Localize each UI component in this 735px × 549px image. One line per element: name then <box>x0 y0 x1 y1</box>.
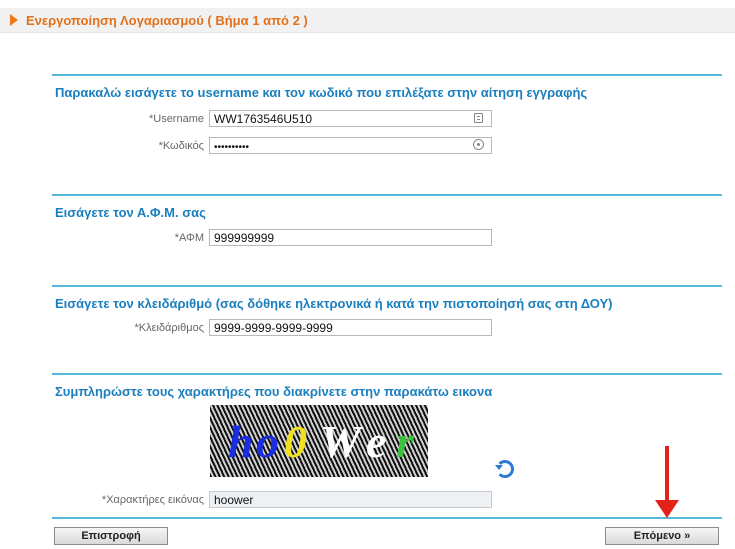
triangle-right-icon <box>10 14 18 26</box>
page-title: Ενεργοποίηση Λογαριασμού ( Βήμα 1 από 2 … <box>26 13 308 28</box>
captcha-char: h <box>228 416 254 467</box>
credentials-section-title: Παρακαλώ εισάγετε το username και τον κω… <box>55 85 588 100</box>
key-section-title: Εισάγετε τον κλειδάριθμό (σας δόθηκε ηλε… <box>55 296 613 311</box>
password-field[interactable]: •••••••••• <box>209 137 492 154</box>
captcha-char: e <box>366 416 387 467</box>
username-value: WW1763546U510 <box>214 112 313 126</box>
key-value: 9999-9999-9999-9999 <box>214 321 333 335</box>
section-divider <box>52 194 722 196</box>
afm-value: 999999999 <box>214 231 275 245</box>
page-header: Ενεργοποίηση Λογαριασμού ( Βήμα 1 από 2 … <box>0 8 735 33</box>
refresh-captcha-icon[interactable] <box>495 460 514 478</box>
annotation-arrow <box>665 446 669 502</box>
afm-section-title: Εισάγετε τον Α.Φ.Μ. σας <box>55 205 206 220</box>
captcha-char: r <box>396 416 414 467</box>
key-field[interactable]: 9999-9999-9999-9999 <box>209 319 492 336</box>
captcha-char: W <box>320 416 361 467</box>
annotation-arrow-head <box>655 500 679 518</box>
username-label: *Username <box>148 113 204 125</box>
show-password-icon[interactable] <box>473 139 484 150</box>
captcha-char: 0 <box>284 416 307 467</box>
captcha-field[interactable]: hoower <box>209 491 492 508</box>
section-divider <box>52 74 722 76</box>
captcha-section-title: Συμπληρώστε τους χαρακτήρες που διακρίνε… <box>55 384 493 399</box>
afm-field[interactable]: 999999999 <box>209 229 492 246</box>
username-field[interactable]: WW1763546U510 <box>209 110 492 127</box>
afm-label: *ΑΦΜ <box>174 232 204 244</box>
captcha-image: h o 0 W e r <box>210 405 428 477</box>
section-divider <box>52 285 722 287</box>
next-button[interactable]: Επόμενο » <box>605 527 719 545</box>
captcha-value: hoower <box>214 493 254 507</box>
key-label: *Κλειδάριθμος <box>134 322 204 334</box>
captcha-char: o <box>256 416 279 467</box>
captcha-label: *Χαρακτήρες εικόνας <box>101 494 204 506</box>
section-divider <box>52 373 722 375</box>
password-label: *Κωδικός <box>158 140 204 152</box>
contact-card-icon[interactable] <box>474 113 483 123</box>
password-value: •••••••••• <box>214 142 250 153</box>
back-button[interactable]: Επιστροφή <box>54 527 168 545</box>
section-divider <box>52 517 722 519</box>
